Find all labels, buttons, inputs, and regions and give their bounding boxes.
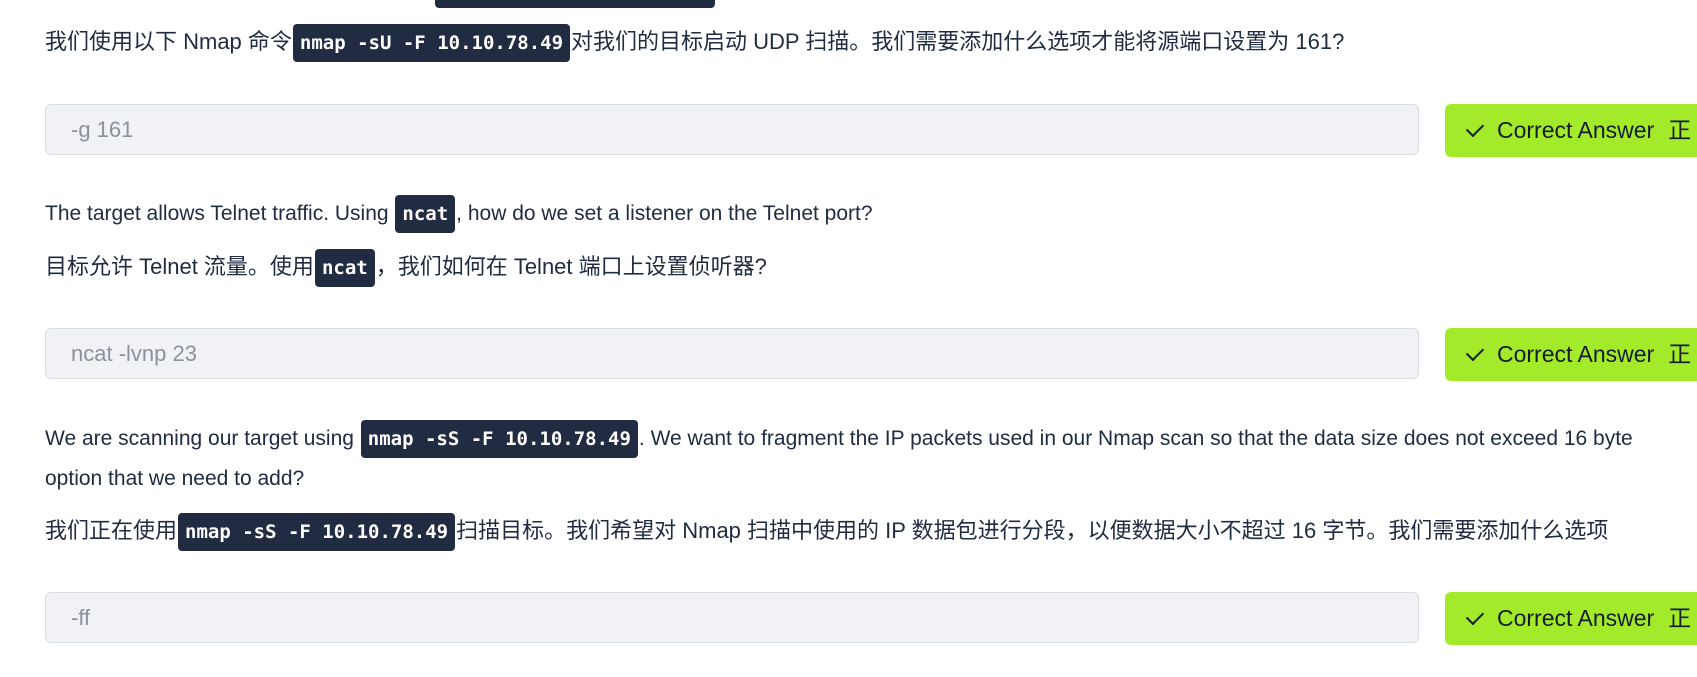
question-1-zh: 我们使用以下 Nmap 命令 nmap -sU -F 10.10.78.49 对我们…: [45, 22, 1345, 63]
question-2-en-prefix: The target allows Telnet traffic. Using: [45, 202, 395, 225]
button-suffix: 正: [1668, 605, 1692, 631]
question-3-zh-code: nmap -sS -F 10.10.78.49: [178, 513, 456, 552]
question-2-en-suffix: , how do we set a listener on the Telnet…: [456, 202, 873, 225]
button-label: Correct Answer: [1497, 605, 1655, 631]
checkmark-icon: [1465, 118, 1485, 138]
correct-answer-button-3[interactable]: Correct Answer 正: [1445, 592, 1697, 645]
correct-answer-button-1[interactable]: Correct Answer 正: [1445, 104, 1697, 157]
question-3-zh-suffix: 扫描目标。我们希望对 Nmap 扫描中使用的 IP 数据包进行分段，以便数据大小…: [456, 518, 1609, 543]
answer-field-3[interactable]: -ff: [45, 592, 1419, 643]
button-suffix: 正: [1668, 117, 1692, 143]
answer-field-1[interactable]: -g 161: [45, 104, 1419, 155]
clipped-code-snippet: [435, 0, 715, 8]
question-1-zh-prefix: 我们使用以下 Nmap 命令: [45, 29, 292, 54]
question-2-zh-code: ncat: [314, 249, 375, 288]
button-label: Correct Answer: [1497, 117, 1655, 143]
answer-field-2[interactable]: ncat -lvnp 23: [45, 328, 1419, 379]
question-2-zh-prefix: 目标允许 Telnet 流量。使用: [45, 254, 314, 279]
question-3-en-line2: option that we need to add?: [45, 467, 305, 490]
question-3-zh-prefix: 我们正在使用: [45, 518, 178, 543]
question-3-en-prefix: We are scanning our target using: [45, 427, 360, 450]
question-3-en: We are scanning our target using nmap -s…: [45, 419, 1633, 459]
question-3-en-suffix: . We want to fragment the IP packets use…: [638, 427, 1633, 450]
question-2-zh: 目标允许 Telnet 流量。使用 ncat ，我们如何在 Telnet 端口上设置…: [45, 247, 767, 288]
question-1-zh-suffix: 对我们的目标启动 UDP 扫描。我们需要添加什么选项才能将源端口设置为 161?: [571, 29, 1345, 54]
checkmark-icon: [1465, 606, 1485, 626]
button-suffix: 正: [1668, 341, 1692, 367]
button-label: Correct Answer: [1497, 341, 1655, 367]
question-2-en: The target allows Telnet traffic. Using …: [45, 194, 873, 234]
question-2-en-code: ncat: [395, 195, 456, 234]
question-3-en-code: nmap -sS -F 10.10.78.49: [360, 420, 638, 459]
question-1-code: nmap -sU -F 10.10.78.49: [292, 24, 571, 63]
checkmark-icon: [1465, 342, 1485, 362]
question-2-zh-suffix: ，我们如何在 Telnet 端口上设置侦听器?: [375, 254, 767, 279]
correct-answer-button-2[interactable]: Correct Answer 正: [1445, 328, 1697, 381]
question-3-zh: 我们正在使用 nmap -sS -F 10.10.78.49 扫描目标。我们希望对 …: [45, 511, 1609, 552]
